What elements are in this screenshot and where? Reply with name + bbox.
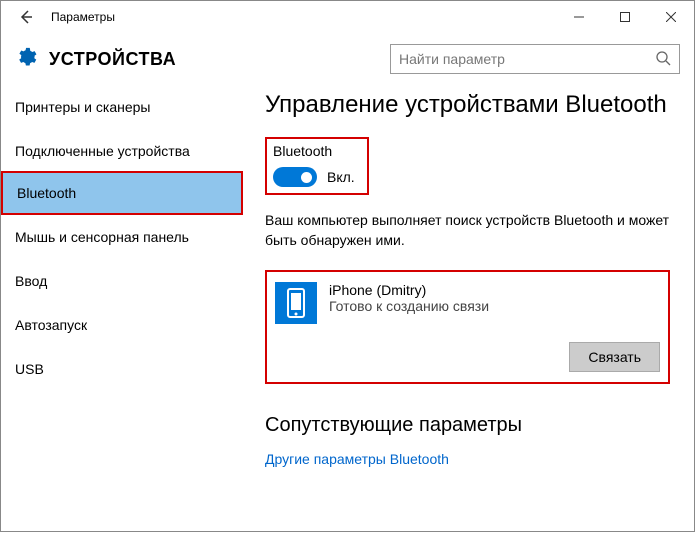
device-row[interactable]: iPhone (Dmitry) Готово к созданию связи bbox=[275, 282, 660, 324]
sidebar-item-mouse[interactable]: Мышь и сенсорная панель bbox=[1, 215, 243, 259]
bluetooth-label: Bluetooth bbox=[273, 143, 355, 159]
sidebar-item-label: Автозапуск bbox=[15, 317, 87, 333]
page-title: Управление устройствами Bluetooth bbox=[265, 91, 670, 119]
device-status: Готово к созданию связи bbox=[329, 298, 660, 314]
titlebar: Параметры bbox=[1, 1, 694, 33]
toggle-switch[interactable] bbox=[273, 167, 317, 187]
sidebar-item-autorun[interactable]: Автозапуск bbox=[1, 303, 243, 347]
window-controls bbox=[556, 1, 694, 33]
toggle-state-label: Вкл. bbox=[327, 169, 355, 185]
sidebar-item-label: Принтеры и сканеры bbox=[15, 99, 150, 115]
minimize-button[interactable] bbox=[556, 1, 602, 33]
search-input[interactable] bbox=[399, 51, 655, 67]
device-name: iPhone (Dmitry) bbox=[329, 282, 660, 298]
window-title: Параметры bbox=[49, 10, 556, 24]
device-block: iPhone (Dmitry) Готово к созданию связи … bbox=[265, 270, 670, 384]
device-info: iPhone (Dmitry) Готово к созданию связи bbox=[329, 282, 660, 314]
sidebar: Принтеры и сканеры Подключенные устройст… bbox=[1, 85, 243, 533]
sidebar-item-bluetooth[interactable]: Bluetooth bbox=[1, 171, 243, 215]
sidebar-item-label: Bluetooth bbox=[17, 185, 76, 201]
related-link[interactable]: Другие параметры Bluetooth bbox=[265, 451, 449, 467]
sidebar-item-label: Мышь и сенсорная панель bbox=[15, 229, 189, 245]
sidebar-item-printers[interactable]: Принтеры и сканеры bbox=[1, 85, 243, 129]
pair-button[interactable]: Связать bbox=[569, 342, 660, 372]
sidebar-item-usb[interactable]: USB bbox=[1, 347, 243, 391]
sidebar-item-connected[interactable]: Подключенные устройства bbox=[1, 129, 243, 173]
header: УСТРОЙСТВА bbox=[1, 33, 694, 85]
sidebar-item-label: USB bbox=[15, 361, 44, 377]
sidebar-item-input[interactable]: Ввод bbox=[1, 259, 243, 303]
related-title: Сопутствующие параметры bbox=[265, 414, 670, 437]
search-box[interactable] bbox=[390, 44, 680, 74]
content: Управление устройствами Bluetooth Blueto… bbox=[243, 85, 694, 533]
phone-icon bbox=[275, 282, 317, 324]
back-button[interactable] bbox=[1, 1, 49, 33]
sidebar-item-label: Ввод bbox=[15, 273, 47, 289]
close-button[interactable] bbox=[648, 1, 694, 33]
sidebar-item-label: Подключенные устройства bbox=[15, 143, 190, 159]
arrow-left-icon bbox=[16, 8, 34, 26]
gear-icon bbox=[15, 46, 37, 73]
maximize-button[interactable] bbox=[602, 1, 648, 33]
info-text: Ваш компьютер выполняет поиск устройств … bbox=[265, 211, 670, 250]
search-icon bbox=[655, 50, 671, 69]
bluetooth-toggle[interactable]: Вкл. bbox=[273, 167, 355, 187]
header-title: УСТРОЙСТВА bbox=[49, 49, 390, 70]
bluetooth-toggle-block: Bluetooth Вкл. bbox=[265, 137, 369, 195]
